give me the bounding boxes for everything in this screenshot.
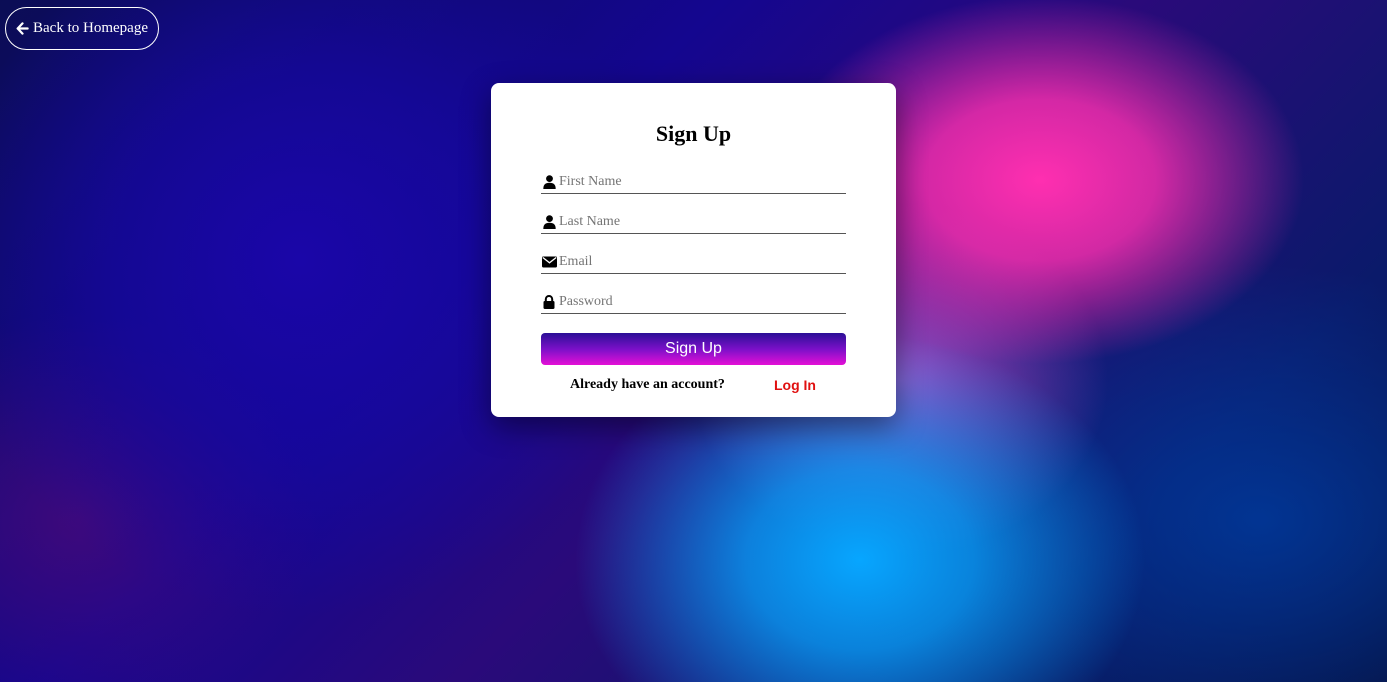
back-to-homepage-button[interactable]: Back to Homepage xyxy=(5,7,159,50)
signup-card: Sign Up First Name Last Name Email Sign … xyxy=(491,83,896,417)
lock-icon xyxy=(541,294,557,310)
user-icon xyxy=(541,174,557,190)
last-name-input[interactable] xyxy=(559,212,839,232)
back-to-homepage-label: Back to Homepage xyxy=(33,20,148,36)
sign-up-button[interactable]: Sign Up xyxy=(541,333,846,365)
password-field xyxy=(541,291,846,314)
log-in-link[interactable]: Log In xyxy=(774,377,816,393)
email-field xyxy=(541,251,846,274)
user-icon xyxy=(541,214,557,230)
account-question-text: Already have an account? xyxy=(570,377,725,392)
form-title: Sign Up xyxy=(655,121,732,146)
password-input[interactable] xyxy=(559,292,839,312)
envelope-icon xyxy=(541,254,557,270)
email-input[interactable] xyxy=(559,252,839,272)
arrow-left-icon xyxy=(16,22,29,35)
first-name-input[interactable] xyxy=(559,172,839,192)
first-name-field xyxy=(541,171,846,194)
last-name-field xyxy=(541,211,846,234)
